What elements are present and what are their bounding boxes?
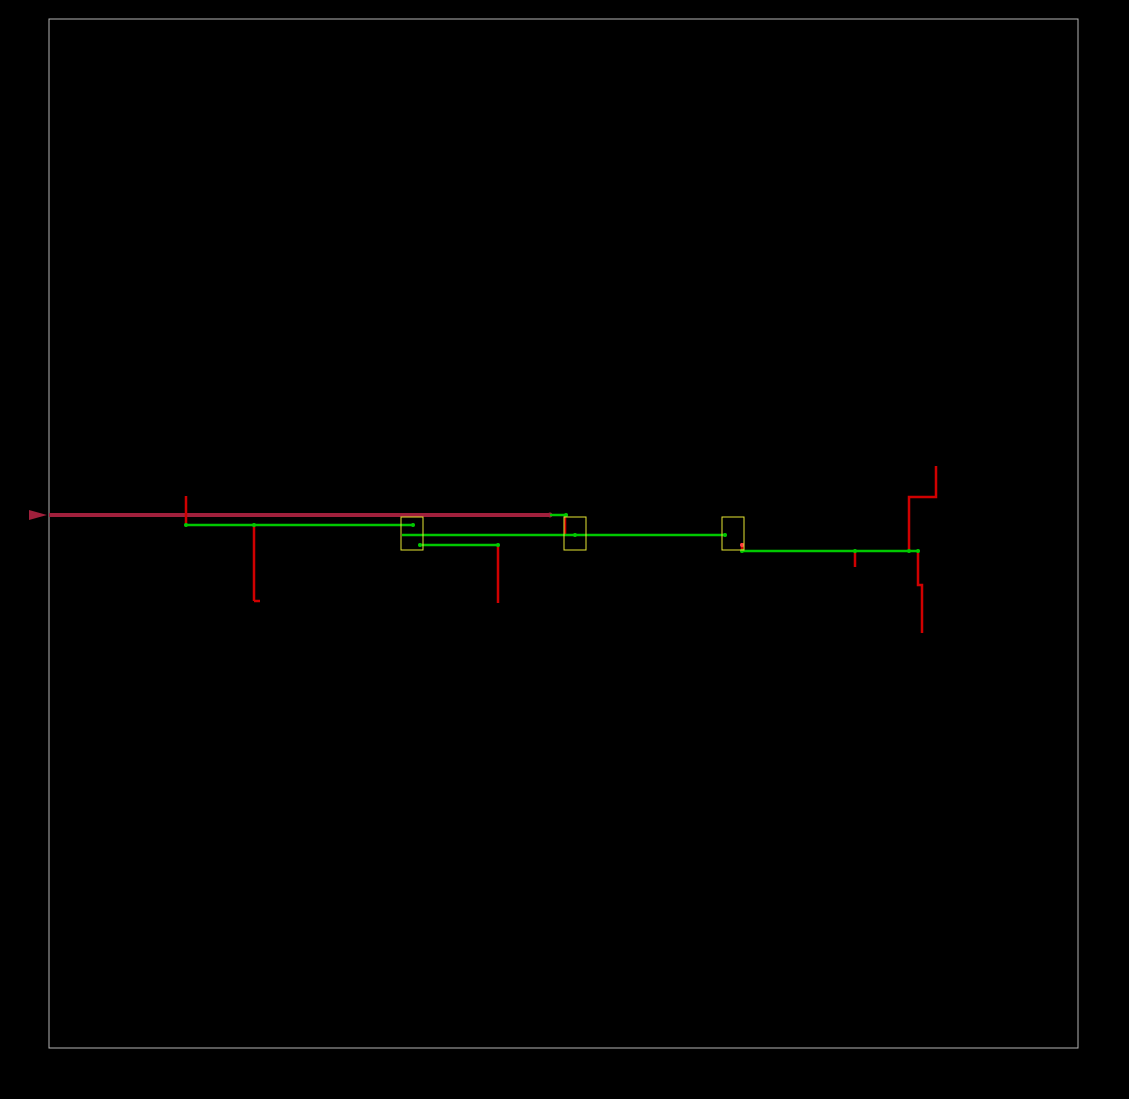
via <box>496 543 500 547</box>
via <box>411 523 415 527</box>
input-port-arrow-icon[interactable] <box>29 510 47 520</box>
layout-canvas <box>29 18 1079 1049</box>
via-red <box>740 543 744 547</box>
metal1-wires <box>184 466 938 633</box>
via <box>573 533 577 537</box>
via <box>184 523 188 527</box>
red-wire-riser[interactable] <box>907 466 938 551</box>
metal2-wires <box>186 513 918 553</box>
via <box>916 549 920 553</box>
via-dots <box>184 513 920 553</box>
via <box>252 523 256 527</box>
via <box>564 513 568 517</box>
via <box>418 543 422 547</box>
via <box>853 549 857 553</box>
via <box>723 533 727 537</box>
via <box>907 549 911 553</box>
red-wire-descender[interactable] <box>916 551 924 633</box>
